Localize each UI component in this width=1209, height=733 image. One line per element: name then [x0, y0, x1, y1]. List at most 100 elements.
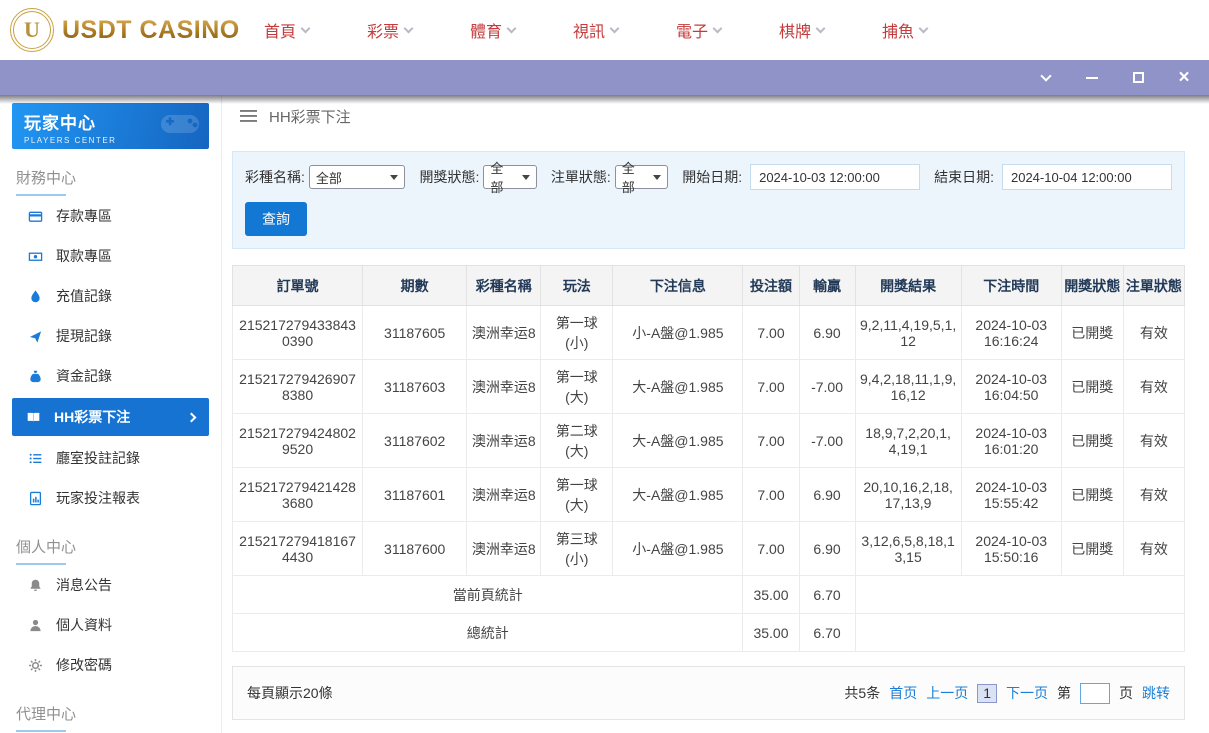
chevron-down-icon: [404, 23, 414, 33]
nav-item-live-video[interactable]: 視訊: [544, 18, 647, 42]
window-maximize-button[interactable]: [1129, 69, 1147, 87]
col-header-amount: 投注額: [743, 266, 799, 306]
table-footer: 每頁顯示20條 共5条 首页 上一页 1 下一页 第 页 跳转: [232, 666, 1185, 720]
cell-win-loss: -7.00: [799, 414, 855, 468]
search-button[interactable]: 查詢: [245, 202, 307, 236]
cell-result: 9,2,11,4,19,5,1,12: [855, 306, 961, 360]
sidebar-item-hh-lottery-bets[interactable]: HH彩票下注: [12, 398, 209, 436]
sidebar-item-deposit[interactable]: 存款專區: [0, 196, 221, 236]
sidebar-item-hall-bet-record[interactable]: 廳室投註記錄: [0, 438, 221, 478]
sidebar-item-label: 消息公告: [56, 575, 112, 595]
bell-icon: [28, 578, 43, 593]
page-size-text: 每頁顯示20條: [247, 683, 333, 703]
cell-lottery: 澳洲幸运8: [467, 468, 541, 522]
nav-item-lottery[interactable]: 彩票: [338, 18, 441, 42]
cell-result: 3,12,6,5,8,18,13,15: [855, 522, 961, 576]
first-page-link[interactable]: 首页: [889, 683, 917, 703]
sidebar-item-announcements[interactable]: 消息公告: [0, 565, 221, 605]
cell-win-loss: -7.00: [799, 360, 855, 414]
minimize-icon: [1086, 77, 1098, 79]
cell-amount: 7.00: [743, 522, 799, 576]
cell-bet-time: 2024-10-03 15:50:16: [961, 522, 1061, 576]
table-row: 2152172794269078380 31187603 澳洲幸运8 第一球(大…: [233, 360, 1185, 414]
sidebar-item-change-password[interactable]: 修改密碼: [0, 645, 221, 685]
total-summary-row: 總統計 35.00 6.70: [233, 614, 1185, 652]
main-nav: 首頁 彩票 體育 視訊 電子 棋牌: [235, 18, 956, 42]
cell-play: 第一球(小): [541, 306, 613, 360]
col-header-period: 期數: [363, 266, 467, 306]
prev-page-link[interactable]: 上一页: [926, 683, 968, 703]
player-bet-report-icon: [28, 491, 43, 506]
cell-period: 31187601: [363, 468, 467, 522]
current-page[interactable]: 1: [977, 684, 997, 703]
nav-item-label: 首頁: [264, 18, 296, 42]
window-collapse-button[interactable]: [1037, 69, 1055, 87]
nav-item-home[interactable]: 首頁: [235, 18, 338, 42]
lottery-type-select[interactable]: 全部: [309, 165, 406, 189]
cell-order-status: 有效: [1123, 360, 1184, 414]
window-close-button[interactable]: ×: [1175, 69, 1193, 87]
maximize-icon: [1133, 72, 1144, 83]
window-minimize-button[interactable]: [1083, 69, 1101, 87]
nav-item-label: 彩票: [367, 18, 399, 42]
col-header-win-loss: 輸贏: [799, 266, 855, 306]
cell-lottery: 澳洲幸运8: [467, 306, 541, 360]
col-header-result: 開獎結果: [855, 266, 961, 306]
order-status-value: 全部: [622, 158, 647, 196]
cell-bet-info: 大-A盤@1.985: [613, 414, 743, 468]
deposit-icon: [28, 209, 43, 224]
col-header-bet-info: 下注信息: [613, 266, 743, 306]
page-summary-empty: [855, 576, 1184, 614]
nav-item-label: 電子: [676, 18, 708, 42]
sidebar-item-profile[interactable]: 個人資料: [0, 605, 221, 645]
cell-order-status: 有效: [1123, 468, 1184, 522]
col-header-bet-time: 下注時間: [961, 266, 1061, 306]
cell-draw-status: 已開獎: [1061, 468, 1123, 522]
nav-item-label: 捕魚: [882, 18, 914, 42]
end-date-input[interactable]: [1002, 164, 1172, 190]
page-jump-input[interactable]: [1080, 683, 1110, 704]
nav-item-slots[interactable]: 電子: [647, 18, 750, 42]
cell-win-loss: 6.90: [799, 522, 855, 576]
draw-status-label: 開獎狀態:: [419, 167, 479, 187]
lottery-type-label: 彩種名稱:: [245, 167, 305, 187]
sidebar-item-label: 充值記錄: [56, 286, 112, 306]
cell-win-loss: 6.90: [799, 468, 855, 522]
lottery-bet-icon: [26, 410, 41, 425]
draw-status-value: 全部: [490, 158, 515, 196]
jump-button[interactable]: 跳转: [1142, 683, 1170, 703]
gamepad-icon: [157, 107, 203, 146]
nav-item-fishing[interactable]: 捕魚: [853, 18, 956, 42]
page-summary-winloss: 6.70: [799, 576, 855, 614]
cell-order-no: 2152172794269078380: [233, 360, 363, 414]
page-summary-row: 當前頁統計 35.00 6.70: [233, 576, 1185, 614]
cell-order-no: 2152172794181674430: [233, 522, 363, 576]
content-toolbar: HH彩票下注: [222, 95, 1209, 137]
sidebar-item-withdrawal-record[interactable]: 提現記錄: [0, 316, 221, 356]
cell-bet-time: 2024-10-03 16:04:50: [961, 360, 1061, 414]
cell-result: 9,4,2,18,11,1,9,16,12: [855, 360, 961, 414]
start-date-input[interactable]: [750, 164, 920, 190]
sidebar-item-funds-record[interactable]: 資金記錄: [0, 356, 221, 396]
sidebar-item-label: 廳室投註記錄: [56, 448, 140, 468]
gear-icon: [28, 658, 43, 673]
sidebar-item-player-bet-report[interactable]: 玩家投注報表: [0, 478, 221, 518]
hamburger-menu-icon[interactable]: [240, 109, 257, 123]
nav-item-sports[interactable]: 體育: [441, 18, 544, 42]
sidebar-item-label: 存款專區: [56, 206, 112, 226]
section-heading-personal: 個人中心: [0, 518, 221, 565]
total-count-text: 共5条: [844, 683, 880, 703]
order-status-select[interactable]: 全部: [615, 165, 668, 189]
total-summary-amount: 35.00: [743, 614, 799, 652]
cell-bet-info: 小-A盤@1.985: [613, 522, 743, 576]
draw-status-select[interactable]: 全部: [483, 165, 536, 189]
chevron-down-icon: [522, 175, 530, 180]
sidebar-item-withdraw[interactable]: 取款專區: [0, 236, 221, 276]
next-page-link[interactable]: 下一页: [1006, 683, 1048, 703]
chevron-down-icon: [1040, 70, 1051, 81]
chevron-down-icon: [301, 23, 311, 33]
cell-order-status: 有效: [1123, 522, 1184, 576]
nav-item-board-games[interactable]: 棋牌: [750, 18, 853, 42]
sidebar-item-recharge-record[interactable]: 充值記錄: [0, 276, 221, 316]
cell-order-no: 2152172794214283680: [233, 468, 363, 522]
